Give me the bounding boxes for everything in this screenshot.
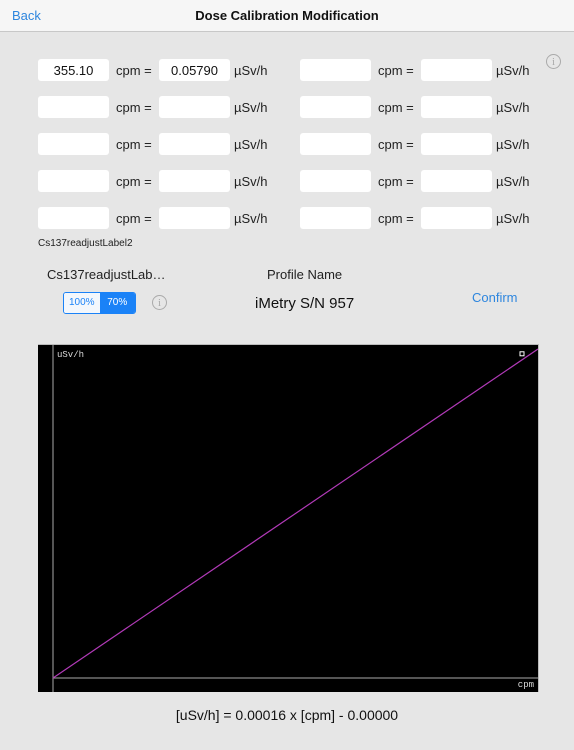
confirm-button[interactable]: Confirm (472, 290, 518, 305)
segment-70-percent[interactable]: 70% (99, 293, 135, 313)
left-dose-field[interactable] (159, 133, 230, 155)
info-icon[interactable]: i (546, 54, 561, 69)
right-cpm-field[interactable] (300, 133, 371, 155)
dose-unit-label: µSv/h (234, 63, 268, 78)
dose-unit-label: µSv/h (234, 211, 268, 226)
left-dose-field[interactable] (159, 59, 230, 81)
calibration-formula: [uSv/h] = 0.00016 x [cpm] - 0.00000 (175, 707, 399, 723)
dose-unit-label: µSv/h (234, 174, 268, 189)
right-cpm-field[interactable] (300, 207, 371, 229)
right-dose-field[interactable] (421, 170, 492, 192)
cpm-equals-label: cpm = (116, 137, 152, 152)
left-dose-field[interactable] (159, 170, 230, 192)
left-cpm-field[interactable] (38, 133, 109, 155)
dose-unit-label: µSv/h (234, 100, 268, 115)
y-axis-label: uSv/h (57, 350, 84, 360)
left-cpm-field[interactable] (38, 59, 109, 81)
readjust-title: Cs137readjustLab… (47, 267, 166, 282)
readjust-info-icon[interactable]: i (152, 295, 167, 310)
dose-unit-label: µSv/h (496, 63, 530, 78)
left-dose-field[interactable] (159, 96, 230, 118)
profile-name-label: Profile Name (267, 267, 343, 282)
calibration-point (519, 351, 525, 357)
chart-svg: uSv/h cpm (52, 345, 538, 692)
dose-unit-label: µSv/h (496, 137, 530, 152)
right-cpm-field[interactable] (300, 170, 371, 192)
left-cpm-field[interactable] (38, 207, 109, 229)
segment-100-percent[interactable]: 100% (64, 293, 100, 313)
left-cpm-field[interactable] (38, 170, 109, 192)
cpm-equals-label: cpm = (116, 63, 152, 78)
dose-unit-label: µSv/h (496, 174, 530, 189)
cpm-equals-label: cpm = (378, 137, 414, 152)
right-dose-field[interactable] (421, 133, 492, 155)
right-dose-field[interactable] (421, 207, 492, 229)
cpm-equals-label: cpm = (378, 100, 414, 115)
cpm-equals-label: cpm = (116, 211, 152, 226)
percent-segmented-control[interactable]: 100% 70% (63, 292, 136, 314)
right-dose-field[interactable] (421, 59, 492, 81)
calibration-line (52, 348, 538, 679)
right-cpm-field[interactable] (300, 96, 371, 118)
dose-unit-label: µSv/h (496, 100, 530, 115)
cpm-equals-label: cpm = (378, 174, 414, 189)
right-dose-field[interactable] (421, 96, 492, 118)
dose-unit-label: µSv/h (496, 211, 530, 226)
profile-name-value: iMetry S/N 957 (255, 295, 355, 312)
cpm-equals-label: cpm = (378, 63, 414, 78)
left-cpm-field[interactable] (38, 96, 109, 118)
left-dose-field[interactable] (159, 207, 230, 229)
right-cpm-field[interactable] (300, 59, 371, 81)
calibration-chart: uSv/h cpm (38, 344, 539, 692)
cpm-equals-label: cpm = (116, 100, 152, 115)
navigation-bar: Back Dose Calibration Modification (0, 0, 574, 32)
readjust-label-2: Cs137readjustLabel2 (38, 238, 133, 249)
x-axis-label: cpm (518, 680, 534, 690)
cpm-equals-label: cpm = (378, 211, 414, 226)
cpm-equals-label: cpm = (116, 174, 152, 189)
dose-unit-label: µSv/h (234, 137, 268, 152)
page-title: Dose Calibration Modification (195, 8, 379, 23)
